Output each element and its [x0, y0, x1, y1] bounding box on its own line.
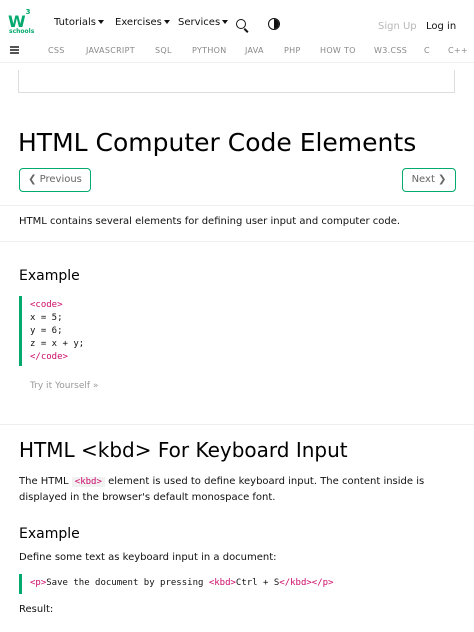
section-description: The HTML <kbd> element is used to define… — [19, 476, 425, 503]
code-line: <p>Save the document by pressing <kbd>Ct… — [30, 578, 334, 588]
next-button[interactable]: Next ❯ — [402, 168, 456, 192]
subnav-howto[interactable]: HOW TO — [320, 46, 356, 55]
subnav-c[interactable]: C — [424, 46, 430, 55]
nav-exercises[interactable]: Exercises — [115, 17, 170, 28]
divider — [0, 241, 474, 242]
code-example: <p>Save the document by pressing <kbd>Ct… — [19, 574, 459, 594]
subnav-python[interactable]: PYTHON — [192, 46, 227, 55]
code-line: </code> — [30, 352, 68, 362]
intro-text: HTML contains several elements for defin… — [19, 216, 401, 227]
subnav-java[interactable]: JAVA — [245, 46, 264, 55]
w3schools-logo[interactable]: W3 schools — [8, 8, 38, 36]
subnav-javascript[interactable]: JAVASCRIPT — [86, 46, 135, 55]
code-line: <code> — [30, 300, 63, 310]
logo-subtext: schools — [9, 28, 35, 35]
contrast-toggle-icon[interactable] — [268, 18, 280, 30]
caret-down-icon — [97, 20, 104, 24]
page-title: HTML Computer Code Elements — [18, 128, 417, 157]
subnav-sql[interactable]: SQL — [155, 46, 172, 55]
ad-frame-edge — [18, 92, 455, 93]
example-heading: Example — [19, 268, 80, 284]
ad-frame-edge — [454, 70, 455, 92]
result-label: Result: — [19, 604, 54, 615]
divider — [0, 424, 474, 425]
caret-down-icon — [163, 20, 170, 24]
nav-services[interactable]: Services — [178, 17, 229, 28]
subnav-css[interactable]: CSS — [48, 46, 65, 55]
code-example: <code> x = 5; y = 6; z = x + y; </code> — [19, 296, 459, 366]
code-line: x = 5; — [30, 313, 63, 323]
divider — [0, 205, 474, 206]
code-line: y = 6; — [30, 326, 63, 336]
top-navbar: W3 schools Tutorials Exercises Services … — [0, 0, 474, 44]
subnav-php[interactable]: PHP — [284, 46, 301, 55]
example-heading: Example — [19, 526, 80, 542]
subnav-w3css[interactable]: W3.CSS — [374, 46, 407, 55]
inline-code: <kbd> — [71, 477, 105, 487]
caret-down-icon — [222, 20, 229, 24]
topic-subnav: CSS JAVASCRIPT SQL PYTHON JAVA PHP HOW T… — [0, 40, 474, 63]
menu-icon[interactable] — [10, 46, 19, 54]
login-link[interactable]: Log in — [426, 21, 456, 32]
nav-tutorials[interactable]: Tutorials — [54, 17, 104, 28]
section-heading: HTML <kbd> For Keyboard Input — [19, 438, 348, 462]
ad-frame-edge — [18, 70, 19, 92]
try-it-yourself-link[interactable]: Try it Yourself » — [30, 381, 98, 391]
previous-button[interactable]: ❮ Previous — [19, 168, 91, 192]
example-description: Define some text as keyboard input in a … — [19, 552, 277, 563]
search-icon[interactable] — [236, 19, 246, 29]
signup-link[interactable]: Sign Up — [378, 21, 417, 32]
code-line: z = x + y; — [30, 339, 85, 349]
subnav-cpp[interactable]: C++ — [448, 46, 468, 55]
